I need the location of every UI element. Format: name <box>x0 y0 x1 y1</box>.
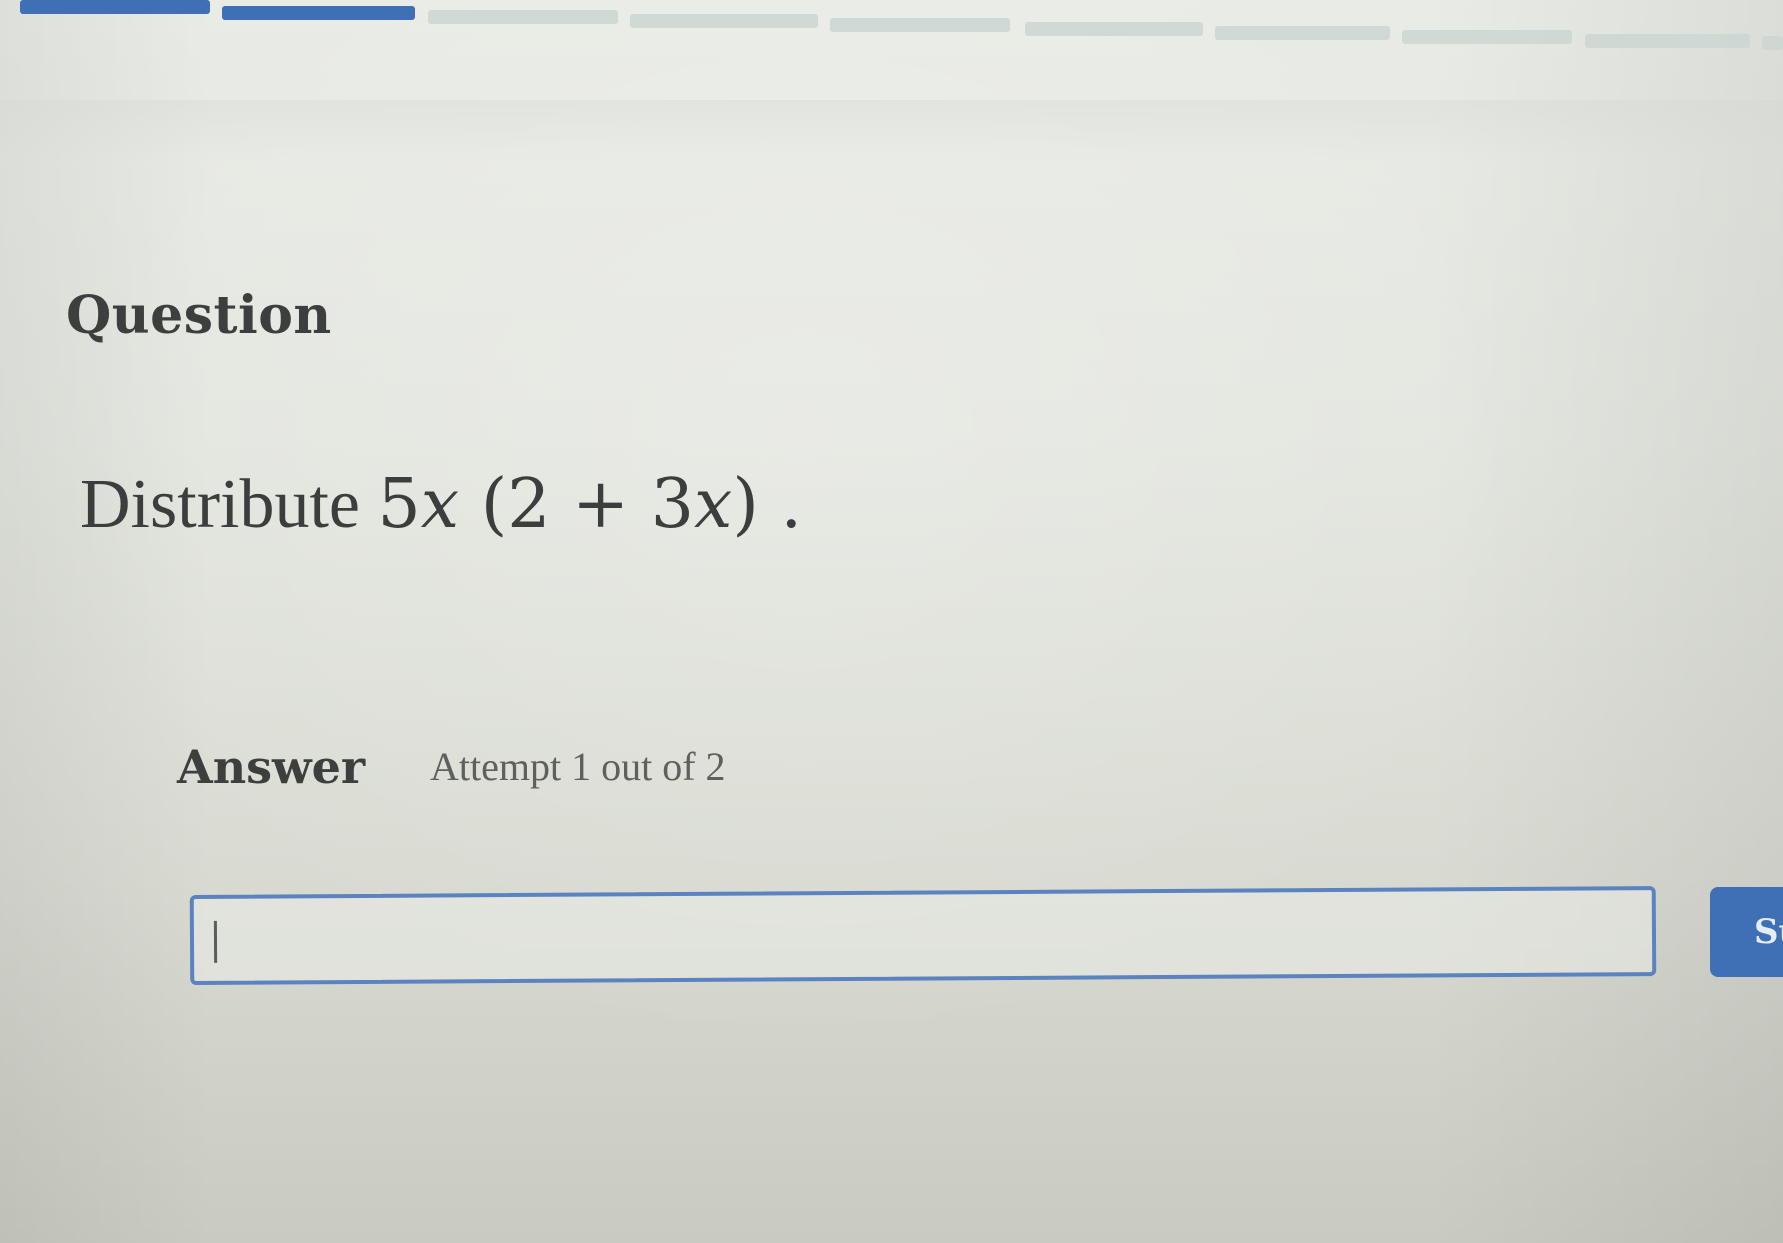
progress-segment <box>1762 36 1783 50</box>
progress-segment <box>222 6 415 20</box>
expr-variable: x <box>420 465 460 544</box>
expr-term1: 2 <box>507 465 551 544</box>
progress-segment <box>20 0 210 14</box>
header-divider <box>0 100 1783 160</box>
text-cursor <box>213 920 218 963</box>
expr-period: . <box>780 465 803 544</box>
expr-close-paren: ) <box>732 465 759 544</box>
answer-label: Answer <box>177 740 366 794</box>
progress-segment <box>1585 34 1750 48</box>
expr-operator: + <box>550 465 651 544</box>
screen-vignette <box>0 0 1783 1243</box>
prompt-text: Distribute <box>80 466 360 543</box>
attempt-counter: Attempt 1 out of 2 <box>430 744 726 789</box>
progress-segment <box>1402 30 1572 44</box>
math-expression: 5x (2 + 3x) . <box>377 465 802 544</box>
expr-term2-var: x <box>694 465 733 544</box>
progress-bar <box>0 0 1783 50</box>
progress-segment <box>428 10 618 24</box>
progress-segment <box>630 14 818 28</box>
expr-coefficient: 5 <box>377 465 421 544</box>
question-heading: Question <box>66 285 332 346</box>
answer-input[interactable] <box>189 886 1657 985</box>
expr-open-paren: ( <box>480 465 508 544</box>
question-prompt: Distribute 5x (2 + 3x) . <box>80 465 802 545</box>
progress-segment <box>830 18 1010 32</box>
submit-button[interactable]: Submit <box>1710 887 1783 977</box>
progress-segment <box>1025 22 1203 36</box>
expr-term2-coef: 3 <box>650 465 694 544</box>
progress-segment <box>1215 26 1390 40</box>
